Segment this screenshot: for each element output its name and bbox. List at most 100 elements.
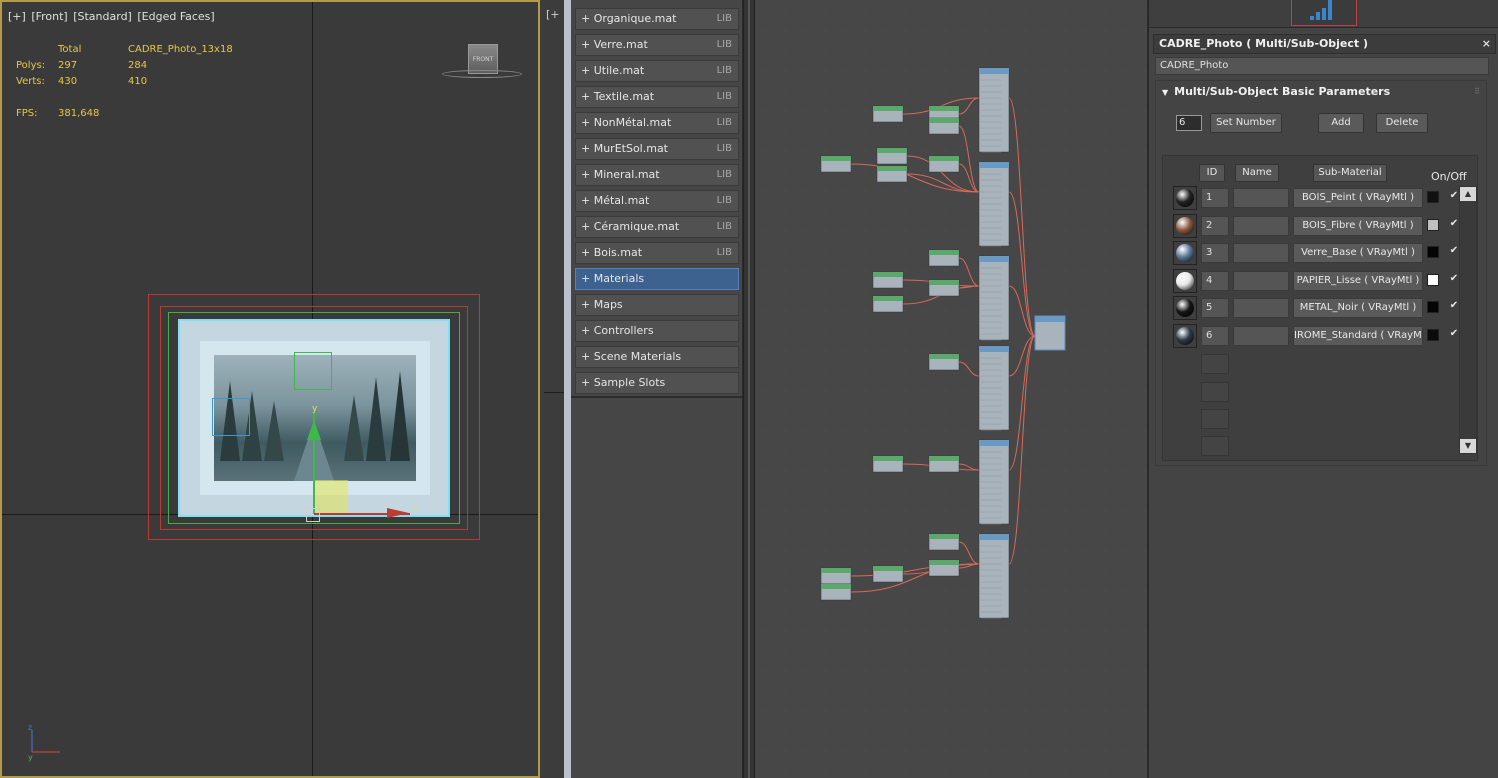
row-sub-material-button[interactable]: BOIS_Peint ( VRayMtl ): [1293, 188, 1423, 208]
library-bois[interactable]: + Bois.mat LIB: [575, 242, 739, 264]
delete-button[interactable]: Delete: [1376, 113, 1428, 133]
gizmo-y-arrow-icon[interactable]: [307, 420, 321, 440]
material-preview-icon[interactable]: [1173, 269, 1197, 293]
rollout-drag-handle-icon[interactable]: ⠿: [1474, 87, 1480, 96]
rollout-collapse-icon[interactable]: ▼: [1162, 88, 1168, 97]
row-sub-material-button[interactable]: METAL_Noir ( VRayMtl ): [1293, 298, 1423, 318]
group-sample-slots[interactable]: + Sample Slots: [575, 372, 739, 394]
map-node-header[interactable]: [873, 296, 903, 301]
library-nonmetal[interactable]: + NonMétal.mat LIB: [575, 112, 739, 134]
group-controllers[interactable]: + Controllers: [575, 320, 739, 342]
row-color-swatch[interactable]: [1427, 246, 1439, 258]
viewport-view-label[interactable]: [Front]: [31, 10, 67, 23]
row-id-field[interactable]: 1: [1201, 188, 1229, 208]
node-wire[interactable]: [958, 163, 980, 193]
row-sub-material-button[interactable]: BOIS_Fibre ( VRayMtl ): [1293, 216, 1423, 236]
row-id-field[interactable]: 5: [1201, 298, 1229, 318]
material-preview-icon[interactable]: [1173, 241, 1197, 265]
map-node-header[interactable]: [821, 584, 851, 589]
row-id-field[interactable]: 2: [1201, 216, 1229, 236]
row-id-field[interactable]: 4: [1201, 271, 1229, 291]
map-node-header[interactable]: [877, 148, 907, 153]
material-node-header[interactable]: [979, 256, 1009, 262]
library-verre[interactable]: + Verre.mat LIB: [575, 34, 739, 56]
library-ceramique[interactable]: + Céramique.mat LIB: [575, 216, 739, 238]
front-viewport[interactable]: [+] [Front] [Standard] [Edged Faces] Tot…: [0, 0, 540, 778]
set-number-input[interactable]: 6: [1176, 115, 1202, 131]
map-node-header[interactable]: [929, 280, 959, 285]
column-id-button[interactable]: ID: [1199, 164, 1225, 182]
material-preview-icon[interactable]: [1173, 186, 1197, 210]
node-wire[interactable]: [958, 541, 980, 565]
library-metal[interactable]: + Métal.mat LIB: [575, 190, 739, 212]
row-name-field[interactable]: [1233, 298, 1289, 318]
row-sub-material-button[interactable]: Verre_Base ( VRayMtl ): [1293, 243, 1423, 263]
viewport-label[interactable]: [+] [Front] [Standard] [Edged Faces]: [8, 10, 217, 23]
node-wire[interactable]: [958, 97, 980, 115]
row-color-swatch[interactable]: [1427, 219, 1439, 231]
node-wire[interactable]: [958, 257, 980, 287]
row-color-swatch[interactable]: [1427, 191, 1439, 203]
material-node-header[interactable]: [979, 162, 1009, 168]
viewport-shading-label[interactable]: [Standard]: [73, 10, 132, 23]
map-node-header[interactable]: [877, 166, 907, 171]
column-sub-material-button[interactable]: Sub-Material: [1313, 164, 1387, 182]
group-materials[interactable]: + Materials: [575, 268, 739, 290]
map-node-header[interactable]: [873, 272, 903, 277]
node-wire[interactable]: [958, 361, 980, 377]
library-mineral[interactable]: + Mineral.mat LIB: [575, 164, 739, 186]
map-node-header[interactable]: [873, 106, 903, 111]
node-graph[interactable]: [755, 0, 1147, 778]
row-color-swatch[interactable]: [1427, 329, 1439, 341]
material-name-field[interactable]: CADRE_Photo: [1155, 57, 1489, 75]
material-node-header[interactable]: [979, 534, 1009, 540]
row-name-field[interactable]: [1233, 216, 1289, 236]
row-color-swatch[interactable]: [1427, 301, 1439, 313]
map-node-header[interactable]: [873, 456, 903, 461]
material-preview-icon[interactable]: [1173, 324, 1197, 348]
group-scene-materials[interactable]: + Scene Materials: [575, 346, 739, 368]
node-wire[interactable]: [850, 563, 980, 577]
row-name-field[interactable]: [1233, 188, 1289, 208]
row-id-field[interactable]: 3: [1201, 243, 1229, 263]
viewport-edges-label[interactable]: [Edged Faces]: [137, 10, 214, 23]
material-node-header[interactable]: [979, 346, 1009, 352]
row-name-field[interactable]: [1233, 326, 1289, 346]
node-wire[interactable]: [958, 125, 980, 193]
table-scrollbar[interactable]: ▲ ▼: [1459, 186, 1477, 454]
material-preview-icon[interactable]: [1173, 296, 1197, 320]
map-node-header[interactable]: [821, 156, 851, 161]
map-node-header[interactable]: [929, 560, 959, 565]
row-name-field[interactable]: [1233, 243, 1289, 263]
set-number-button[interactable]: Set Number: [1210, 113, 1282, 133]
map-node-header[interactable]: [929, 118, 959, 123]
close-icon[interactable]: ×: [1482, 35, 1491, 53]
node-wire[interactable]: [1008, 97, 1036, 337]
library-muretsol[interactable]: + MurEtSol.mat LIB: [575, 138, 739, 160]
row-sub-material-button[interactable]: IROME_Standard ( VRayMtl: [1293, 326, 1423, 346]
gizmo-x-arrow-icon[interactable]: [387, 508, 409, 518]
library-utile[interactable]: + Utile.mat LIB: [575, 60, 739, 82]
material-map-browser[interactable]: + Organique.mat LIB + Verre.mat LIB + Util…: [571, 0, 743, 778]
scroll-up-icon[interactable]: ▲: [1460, 187, 1476, 201]
navigator-preview[interactable]: [1291, 0, 1357, 26]
node-wire[interactable]: [1008, 335, 1036, 565]
map-node-header[interactable]: [929, 106, 959, 111]
viewport-menu-plus[interactable]: [+]: [8, 10, 26, 23]
slate-node-view[interactable]: [755, 0, 1147, 778]
row-color-swatch[interactable]: [1427, 274, 1439, 286]
map-node-header[interactable]: [929, 250, 959, 255]
view-splitter[interactable]: [743, 0, 755, 778]
library-textile[interactable]: + Textile.mat LIB: [575, 86, 739, 108]
map-node-header[interactable]: [873, 566, 903, 571]
library-organique[interactable]: + Organique.mat LIB: [575, 8, 739, 30]
viewport-menu-plus-2[interactable]: [+: [546, 8, 560, 21]
scroll-down-icon[interactable]: ▼: [1460, 439, 1476, 453]
multi-sub-object-node-header[interactable]: [1035, 316, 1065, 322]
material-preview-icon[interactable]: [1173, 214, 1197, 238]
rollout-header[interactable]: ▼ Multi/Sub-Object Basic Parameters: [1162, 85, 1390, 98]
add-button[interactable]: Add: [1318, 113, 1364, 133]
row-sub-material-button[interactable]: PAPIER_Lisse ( VRayMtl ): [1293, 271, 1423, 291]
map-node-header[interactable]: [929, 456, 959, 461]
viewcube-ring[interactable]: [442, 70, 522, 78]
